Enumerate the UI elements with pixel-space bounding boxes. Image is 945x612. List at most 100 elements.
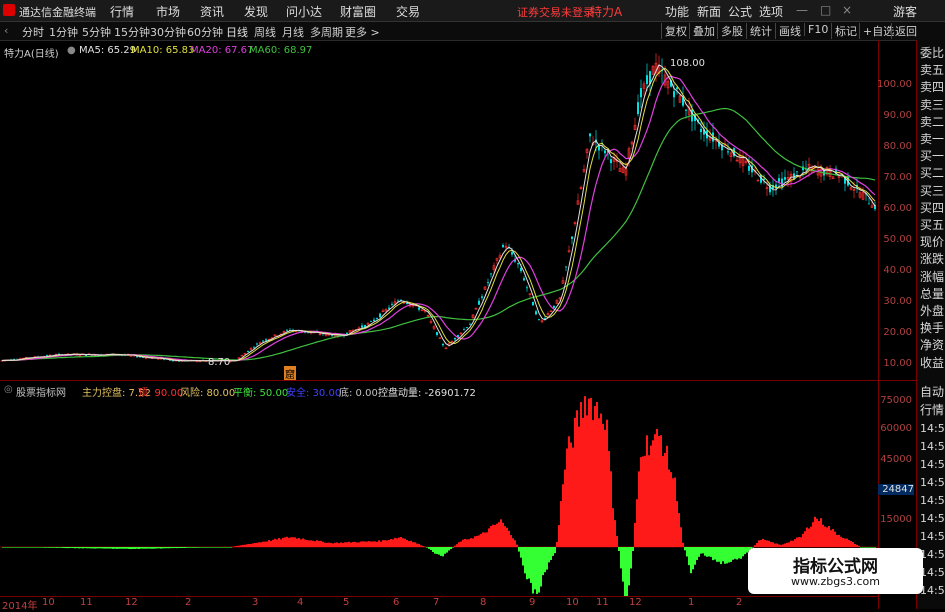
side-time-item: 14:50 xyxy=(920,458,945,471)
side-item[interactable]: 买四 xyxy=(920,201,945,216)
overlay-button[interactable]: 叠加 xyxy=(689,23,718,39)
side-item[interactable]: 委比 xyxy=(920,46,945,61)
momentum-bar xyxy=(158,547,160,549)
tab-more[interactable]: 更多 > xyxy=(345,24,380,40)
tab-daily[interactable]: 日线 xyxy=(226,24,248,40)
momentum-bar xyxy=(672,478,674,547)
momentum-bar xyxy=(524,547,526,574)
menu-trade[interactable]: 交易 xyxy=(396,3,420,20)
side-item[interactable]: 换手 xyxy=(920,321,945,336)
date-tick: 2 xyxy=(185,597,192,608)
minimize-icon[interactable]: — xyxy=(796,3,808,17)
momentum-bar xyxy=(604,429,606,547)
menu-ask[interactable]: 问小达 xyxy=(286,3,322,20)
menu-options[interactable]: 选项 xyxy=(759,3,783,20)
axis-border xyxy=(878,40,879,609)
multi-stock-button[interactable]: 多股 xyxy=(717,23,746,39)
mark-button[interactable]: 标记 xyxy=(831,23,860,39)
tab-15min[interactable]: 15分钟 xyxy=(114,24,150,40)
momentum-bar xyxy=(536,547,538,594)
side-item[interactable]: 卖一 xyxy=(920,132,945,147)
momentum-bar xyxy=(738,547,740,559)
menu-wealth[interactable]: 财富圈 xyxy=(340,3,376,20)
maximize-icon[interactable]: □ xyxy=(820,3,831,17)
side-item[interactable]: 买二 xyxy=(920,166,945,181)
draw-button[interactable]: 画线 xyxy=(775,23,804,39)
tab-30min[interactable]: 30分钟 xyxy=(150,24,186,40)
momentum-bar xyxy=(838,534,840,547)
candle-body xyxy=(436,332,438,335)
momentum-bar xyxy=(348,541,350,547)
tab-weekly[interactable]: 周线 xyxy=(254,24,276,40)
momentum-bar xyxy=(620,547,622,569)
menu-function[interactable]: 功能 xyxy=(665,3,689,20)
menu-formula[interactable]: 公式 xyxy=(728,3,752,20)
menu-discover[interactable]: 发现 xyxy=(244,3,268,20)
momentum-bar xyxy=(112,547,114,549)
stats-button[interactable]: 统计 xyxy=(746,23,775,39)
return-button[interactable]: 返回 xyxy=(891,23,920,39)
tab-multi-period[interactable]: 多周期 xyxy=(310,24,343,40)
side-item[interactable]: 现价 xyxy=(920,235,945,250)
momentum-bar xyxy=(250,543,252,547)
momentum-bar xyxy=(20,547,22,548)
momentum-bar xyxy=(606,419,608,547)
momentum-bar xyxy=(496,523,498,547)
login-notice[interactable]: 证券交易未登录 xyxy=(517,4,594,20)
menu-market-quotes[interactable]: 行情 xyxy=(110,3,134,20)
candle-body xyxy=(538,319,540,321)
side-item[interactable]: 卖三 xyxy=(920,98,945,113)
momentum-bar xyxy=(372,541,374,547)
control-momentum-histogram[interactable] xyxy=(0,381,878,609)
side-item[interactable]: 卖四 xyxy=(920,80,945,95)
momentum-bar xyxy=(46,547,48,548)
side-item[interactable]: 总量 xyxy=(920,287,945,302)
menu-new-page[interactable]: 新面 xyxy=(697,3,721,20)
date-tick: 12 xyxy=(125,597,138,608)
close-icon[interactable]: × xyxy=(842,3,852,17)
candle-body xyxy=(565,266,567,268)
momentum-bar xyxy=(518,547,520,552)
momentum-bar xyxy=(504,526,506,547)
momentum-bar xyxy=(196,547,198,548)
candle-body xyxy=(778,178,780,182)
side-item[interactable]: 收益 xyxy=(920,356,945,371)
menu-market[interactable]: 市场 xyxy=(156,3,180,20)
momentum-bar xyxy=(766,540,768,547)
side-item[interactable]: 卖五 xyxy=(920,63,945,78)
momentum-bar xyxy=(840,536,842,547)
side-item[interactable]: 买五 xyxy=(920,218,945,233)
ind-tick: 75000 xyxy=(880,395,912,406)
tab-monthly[interactable]: 月线 xyxy=(282,24,304,40)
stock-name: 特力A xyxy=(590,5,623,19)
tab-1min[interactable]: 1分钟 xyxy=(49,24,78,40)
side-item[interactable]: 涨跌 xyxy=(920,252,945,267)
menu-news[interactable]: 资讯 xyxy=(200,3,224,20)
side-item[interactable]: 外盘 xyxy=(920,304,945,319)
price-candlestick-chart[interactable] xyxy=(0,40,878,380)
momentum-bar xyxy=(266,541,268,547)
candle-body xyxy=(784,177,786,180)
tab-intraday[interactable]: 分时 xyxy=(22,24,44,40)
tab-60min[interactable]: 60分钟 xyxy=(187,24,223,40)
momentum-bar xyxy=(430,547,432,550)
momentum-bar xyxy=(290,537,292,547)
momentum-bar xyxy=(236,545,238,547)
side-item[interactable]: 净资 xyxy=(920,338,945,353)
momentum-bar xyxy=(742,547,744,557)
f10-button[interactable]: F10 xyxy=(804,23,831,36)
guest-label[interactable]: 游客 xyxy=(893,3,917,20)
momentum-bar xyxy=(416,543,418,547)
momentum-bar xyxy=(816,518,818,547)
side-item[interactable]: 买三 xyxy=(920,184,945,199)
back-arrow-icon[interactable]: ‹ xyxy=(4,24,8,37)
momentum-bar xyxy=(388,539,390,547)
momentum-bar xyxy=(234,546,236,547)
tab-5min[interactable]: 5分钟 xyxy=(82,24,111,40)
side-item[interactable]: 卖二 xyxy=(920,115,945,130)
momentum-bar xyxy=(782,544,784,547)
adjust-button[interactable]: 复权 xyxy=(661,23,690,39)
side-item[interactable]: 涨幅 xyxy=(920,270,945,285)
side-item[interactable]: 买一 xyxy=(920,149,945,164)
momentum-bar xyxy=(798,537,800,547)
